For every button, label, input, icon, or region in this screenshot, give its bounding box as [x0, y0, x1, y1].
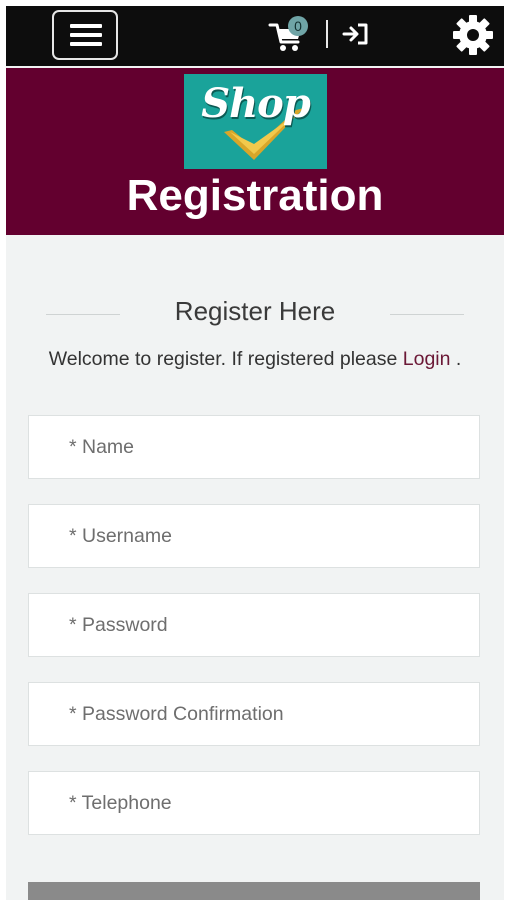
section-title: Register Here: [174, 296, 336, 326]
username-input[interactable]: [29, 505, 479, 567]
password-confirmation-input[interactable]: [29, 683, 479, 745]
gear-icon[interactable]: [452, 14, 494, 56]
name-input[interactable]: [29, 416, 479, 478]
welcome-message: Welcome to register. If registered pleas…: [6, 348, 504, 371]
toolbar-divider: [326, 20, 328, 48]
name-field[interactable]: [28, 415, 480, 479]
shop-logo: Shop: [184, 74, 327, 169]
password-confirmation-field[interactable]: [28, 682, 480, 746]
username-field[interactable]: [28, 504, 480, 568]
telephone-input[interactable]: [29, 772, 479, 834]
top-navigation-bar: 0: [6, 6, 504, 66]
sign-in-icon[interactable]: [342, 22, 370, 46]
page-title: Registration: [126, 171, 384, 220]
password-field[interactable]: [28, 593, 480, 657]
login-link[interactable]: Login: [403, 348, 451, 370]
page-header: Shop Registration: [6, 68, 504, 235]
logo-text: Shop: [201, 80, 311, 127]
cart-count-badge: 0: [288, 16, 308, 36]
title-divider-right: [390, 314, 464, 315]
app-frame: 0 Shop Registration Register Here Welcom…: [6, 6, 504, 900]
welcome-suffix: .: [450, 348, 462, 370]
submit-button[interactable]: [28, 882, 480, 900]
telephone-field[interactable]: [28, 771, 480, 835]
menu-button[interactable]: [52, 10, 118, 60]
password-input[interactable]: [29, 594, 479, 656]
welcome-text: Welcome to register. If registered pleas…: [48, 348, 398, 370]
